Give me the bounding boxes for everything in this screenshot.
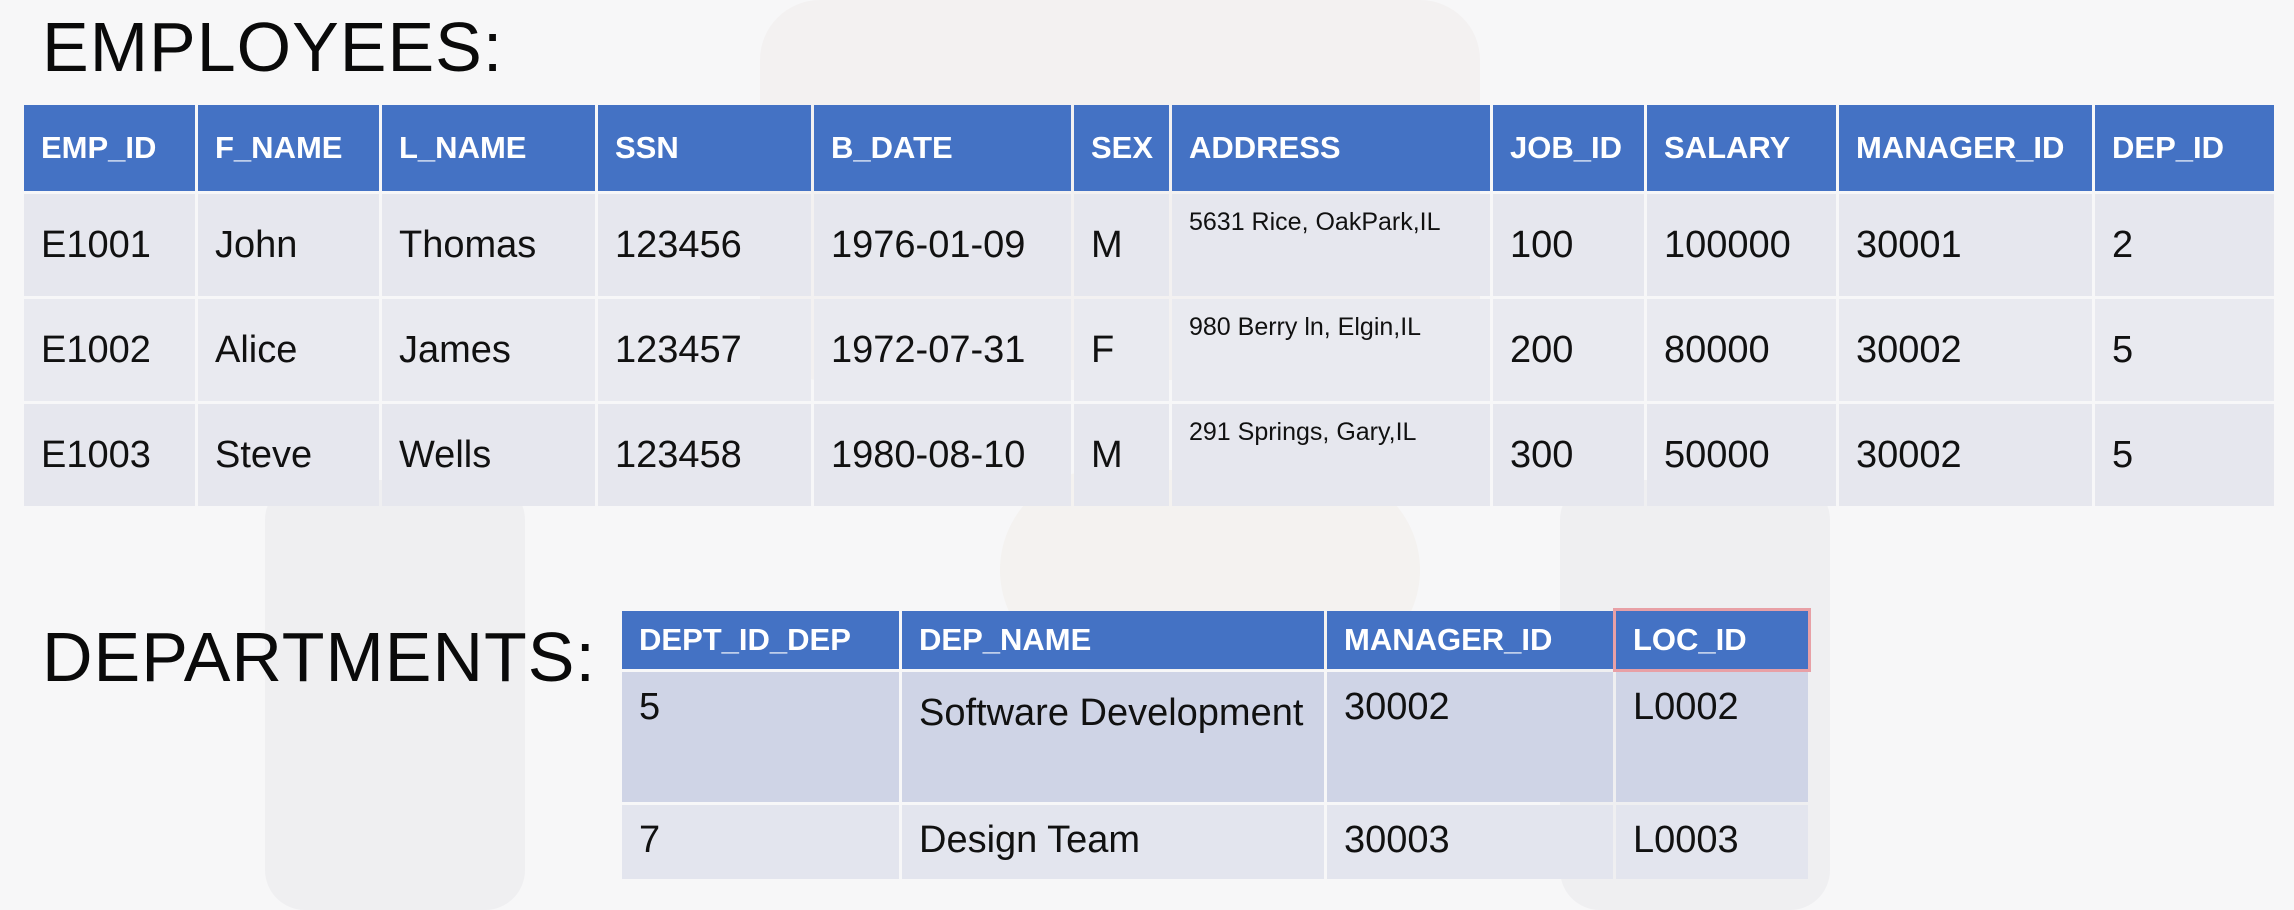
last-name-cell: Wells <box>382 404 595 506</box>
employees-column-header: L_NAME <box>382 105 595 191</box>
dept-id-cell: 7 <box>622 805 899 879</box>
first-name-cell: Alice <box>198 299 379 401</box>
ssn-cell: 123457 <box>598 299 811 401</box>
employees-header-row: EMP_ID F_NAME L_NAME SSN B_DATE SEX ADDR… <box>24 105 2274 191</box>
dept-id-cell: 5 <box>622 672 899 802</box>
emp-id-cell: E1002 <box>24 299 195 401</box>
last-name-cell: James <box>382 299 595 401</box>
loc-id-cell: L0002 <box>1616 672 1808 802</box>
employees-column-header: DEP_ID <box>2095 105 2274 191</box>
employees-column-header: B_DATE <box>814 105 1071 191</box>
employees-column-header: SEX <box>1074 105 1169 191</box>
departments-column-header: DEPT_ID_DEP <box>622 611 899 669</box>
salary-cell: 100000 <box>1647 194 1836 296</box>
employees-column-header: MANAGER_ID <box>1839 105 2092 191</box>
employees-table-row: E1002 Alice James 123457 1972-07-31 F 98… <box>24 299 2274 401</box>
birth-date-cell: 1980-08-10 <box>814 404 1071 506</box>
first-name-cell: John <box>198 194 379 296</box>
loc-id-cell: L0003 <box>1616 805 1808 879</box>
emp-id-cell: E1001 <box>24 194 195 296</box>
departments-column-header-highlighted: LOC_ID <box>1616 611 1808 669</box>
salary-cell: 80000 <box>1647 299 1836 401</box>
manager-id-cell: 30002 <box>1839 404 2092 506</box>
departments-column-header: DEP_NAME <box>902 611 1324 669</box>
job-id-cell: 200 <box>1493 299 1644 401</box>
departments-title: DEPARTMENTS: <box>42 618 596 696</box>
address-cell: 5631 Rice, OakPark,IL <box>1172 194 1490 296</box>
first-name-cell: Steve <box>198 404 379 506</box>
ssn-cell: 123456 <box>598 194 811 296</box>
address-cell: 980 Berry ln, Elgin,IL <box>1172 299 1490 401</box>
dep-id-cell: 2 <box>2095 194 2274 296</box>
birth-date-cell: 1972-07-31 <box>814 299 1071 401</box>
employees-column-header: SALARY <box>1647 105 1836 191</box>
emp-id-cell: E1003 <box>24 404 195 506</box>
employees-table-row: E1001 John Thomas 123456 1976-01-09 M 56… <box>24 194 2274 296</box>
dep-id-cell: 5 <box>2095 404 2274 506</box>
departments-table: DEPT_ID_DEP DEP_NAME MANAGER_ID LOC_ID 5… <box>619 608 1811 882</box>
manager-id-cell: 30002 <box>1839 299 2092 401</box>
address-cell: 291 Springs, Gary,IL <box>1172 404 1490 506</box>
manager-id-cell: 30002 <box>1327 672 1613 802</box>
employees-column-header: JOB_ID <box>1493 105 1644 191</box>
employees-title: EMPLOYEES: <box>42 8 504 86</box>
sex-cell: M <box>1074 194 1169 296</box>
dep-name-cell: Design Team <box>902 805 1324 879</box>
employees-column-header: F_NAME <box>198 105 379 191</box>
employees-column-header: ADDRESS <box>1172 105 1490 191</box>
salary-cell: 50000 <box>1647 404 1836 506</box>
departments-table-row: 5 Software Development 30002 L0002 <box>622 672 1808 802</box>
sex-cell: M <box>1074 404 1169 506</box>
ssn-cell: 123458 <box>598 404 811 506</box>
departments-table-row: 7 Design Team 30003 L0003 <box>622 805 1808 879</box>
dep-id-cell: 5 <box>2095 299 2274 401</box>
last-name-cell: Thomas <box>382 194 595 296</box>
birth-date-cell: 1976-01-09 <box>814 194 1071 296</box>
employees-table-row: E1003 Steve Wells 123458 1980-08-10 M 29… <box>24 404 2274 506</box>
manager-id-cell: 30003 <box>1327 805 1613 879</box>
dep-name-cell: Software Development <box>902 672 1324 802</box>
departments-column-header: MANAGER_ID <box>1327 611 1613 669</box>
job-id-cell: 300 <box>1493 404 1644 506</box>
employees-column-header: SSN <box>598 105 811 191</box>
sex-cell: F <box>1074 299 1169 401</box>
employees-column-header: EMP_ID <box>24 105 195 191</box>
employees-table: EMP_ID F_NAME L_NAME SSN B_DATE SEX ADDR… <box>21 102 2277 509</box>
departments-header-row: DEPT_ID_DEP DEP_NAME MANAGER_ID LOC_ID <box>622 611 1808 669</box>
manager-id-cell: 30001 <box>1839 194 2092 296</box>
job-id-cell: 100 <box>1493 194 1644 296</box>
